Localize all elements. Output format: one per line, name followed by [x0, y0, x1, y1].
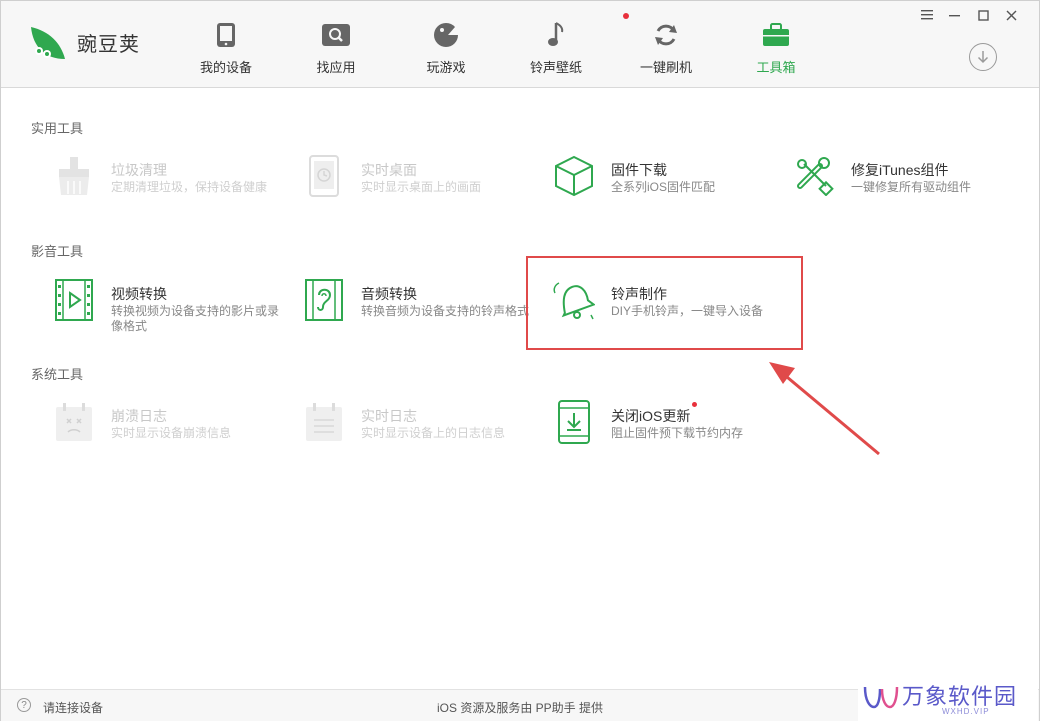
music-note-icon	[501, 19, 611, 51]
tool-desc: 定期清理垃圾，保持设备健康	[111, 180, 268, 194]
service-provider-text: iOS 资源及服务由 PP助手 提供	[437, 701, 604, 715]
refresh-icon	[611, 19, 721, 51]
main-nav: 我的设备 找应用 玩游戏 铃声壁纸 一键刷机 工具箱	[171, 1, 831, 87]
tool-desc: 一键修复所有驱动组件	[851, 180, 972, 194]
video-convert-icon	[53, 278, 95, 322]
nav-label: 铃声壁纸	[529, 60, 582, 75]
crash-log-icon	[53, 400, 95, 444]
maximize-button[interactable]	[969, 5, 997, 25]
tool-desc: 转换视频为设备支持的影片或录像格式	[111, 304, 280, 333]
tool-name: 崩溃日志	[111, 408, 167, 424]
tool-audio-convert[interactable]: 音频转换 转换音频为设备支持的铃声格式	[303, 278, 543, 330]
close-icon	[1006, 10, 1016, 20]
pea-logo-icon	[31, 27, 65, 59]
phone-icon	[171, 19, 281, 51]
tool-name: 关闭iOS更新	[611, 408, 691, 424]
nav-games[interactable]: 玩游戏	[391, 1, 501, 87]
section-title-media: 影音工具	[31, 244, 84, 259]
game-icon	[391, 19, 501, 51]
nav-find-apps[interactable]: 找应用	[281, 1, 391, 87]
tool-repair-itunes[interactable]: 修复iTunes组件 一键修复所有驱动组件	[793, 154, 1033, 206]
repair-tools-icon	[793, 154, 835, 198]
block-update-icon	[553, 400, 595, 444]
tool-firmware-download[interactable]: 固件下载 全系列iOS固件匹配	[553, 154, 793, 206]
annotation-highlight-box	[526, 256, 803, 350]
tool-name: 实时日志	[361, 408, 417, 424]
nav-toolbox[interactable]: 工具箱	[721, 1, 831, 87]
tool-name: 实时桌面	[361, 162, 417, 178]
tool-video-convert[interactable]: 视频转换 转换视频为设备支持的影片或录像格式	[53, 278, 293, 333]
help-icon[interactable]: ?	[17, 698, 31, 712]
close-button[interactable]	[997, 5, 1025, 25]
nav-label: 我的设备	[199, 60, 252, 75]
tool-live-log[interactable]: 实时日志 实时显示设备上的日志信息	[303, 400, 543, 452]
tool-disable-ios-update[interactable]: 关闭iOS更新 阻止固件预下载节约内存	[553, 400, 793, 452]
nav-label: 工具箱	[756, 60, 796, 75]
tool-desc: 实时显示桌面上的画面	[361, 180, 482, 194]
download-manager-button[interactable]	[969, 43, 997, 71]
nav-ringtones[interactable]: 铃声壁纸	[501, 1, 611, 87]
watermark: 万象软件园 WXHD.VIP	[858, 677, 1038, 721]
nav-label: 玩游戏	[426, 60, 466, 75]
firmware-box-icon	[553, 154, 595, 198]
tool-desc: 实时显示设备上的日志信息	[361, 426, 506, 440]
tool-name: 修复iTunes组件	[851, 162, 949, 178]
download-arrow-icon	[977, 51, 989, 64]
toolbox-badge-dot	[623, 13, 629, 19]
connection-status: 请连接设备	[43, 701, 104, 715]
tool-junk-clean[interactable]: 垃圾清理 定期清理垃圾，保持设备健康	[53, 154, 293, 206]
tool-name: 固件下载	[611, 162, 667, 178]
tool-desc: 转换音频为设备支持的铃声格式	[361, 304, 530, 318]
nav-label: 一键刷机	[639, 60, 692, 75]
tool-crash-log[interactable]: 崩溃日志 实时显示设备崩溃信息	[53, 400, 293, 452]
tool-desc: 阻止固件预下载节约内存	[611, 426, 744, 440]
tool-live-desktop[interactable]: 实时桌面 实时显示桌面上的画面	[303, 154, 543, 206]
menu-icon	[921, 10, 933, 20]
audio-convert-icon	[303, 278, 345, 322]
minimize-button[interactable]	[941, 5, 969, 25]
app-window: 豌豆荚 我的设备 找应用 玩游戏 铃声壁纸 一键刷机 工具箱 实用工具 垃圾清理…	[0, 0, 1040, 721]
annotation-arrow-icon	[769, 362, 880, 456]
tool-name: 音频转换	[361, 286, 417, 302]
tool-name: 垃圾清理	[111, 162, 167, 178]
app-logo: 豌豆荚	[27, 21, 140, 63]
minimize-icon	[949, 15, 960, 17]
section-title-system: 系统工具	[31, 367, 84, 382]
top-bar: 豌豆荚 我的设备 找应用 玩游戏 铃声壁纸 一键刷机 工具箱	[1, 1, 1039, 88]
tool-desc: 全系列iOS固件匹配	[611, 180, 716, 194]
app-name: 豌豆荚	[77, 33, 140, 56]
toolbox-icon	[721, 19, 831, 51]
app-search-icon	[281, 19, 391, 51]
nav-label: 找应用	[316, 60, 356, 75]
watermark-logo-icon	[863, 686, 899, 709]
new-badge-dot	[692, 402, 697, 407]
tool-name: 视频转换	[111, 286, 167, 302]
nav-my-device[interactable]: 我的设备	[171, 1, 281, 87]
tool-desc: 实时显示设备崩溃信息	[111, 426, 232, 440]
broom-icon	[53, 154, 95, 198]
section-title-utilities: 实用工具	[31, 121, 84, 136]
live-log-icon	[303, 400, 345, 444]
live-desktop-icon	[303, 154, 345, 198]
menu-button[interactable]	[913, 5, 941, 25]
watermark-sub: WXHD.VIP	[942, 707, 990, 716]
window-controls	[913, 5, 1025, 25]
maximize-icon	[977, 9, 989, 21]
